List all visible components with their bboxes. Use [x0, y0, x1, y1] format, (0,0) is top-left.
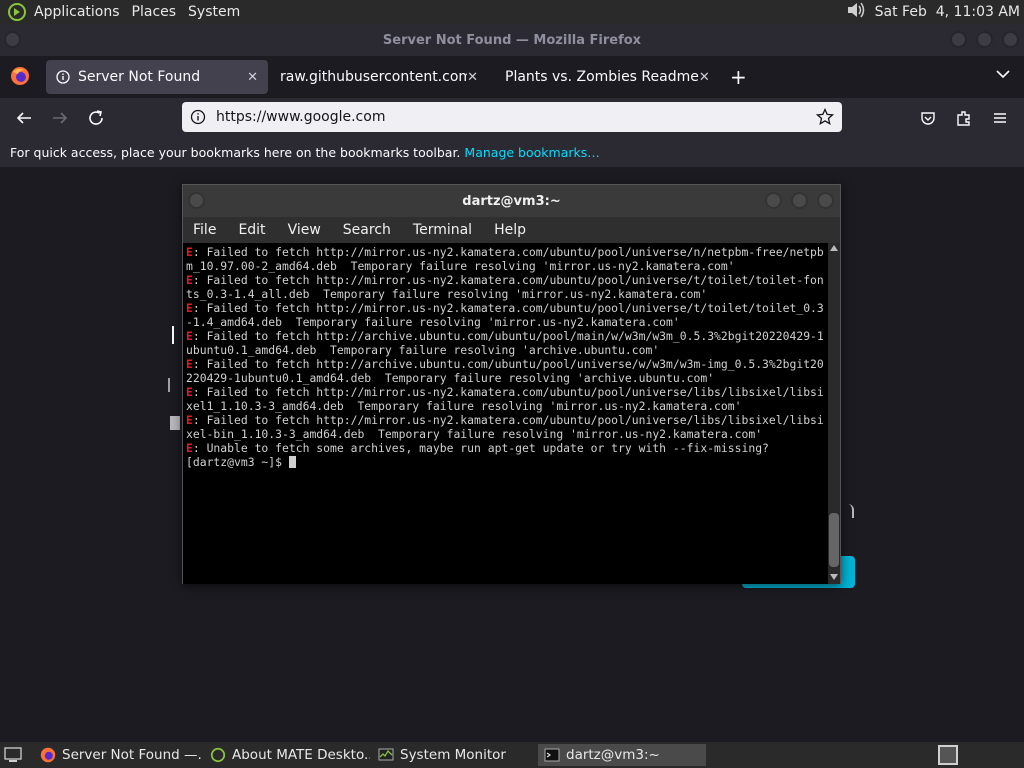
terminal-line: E: Failed to fetch http://mirror.us-ny2.…: [186, 245, 824, 273]
terminal-cursor: [288, 456, 296, 468]
pocket-icon[interactable]: [916, 106, 940, 130]
speaker-icon[interactable]: [845, 0, 867, 24]
terminal-line: E: Unable to fetch some archives, maybe …: [186, 441, 769, 455]
menu-help[interactable]: Help: [494, 222, 526, 238]
obscured-heading: [172, 326, 174, 344]
window-menu-button[interactable]: [4, 31, 21, 48]
maximize-button[interactable]: [791, 192, 808, 209]
bookmarks-toolbar: For quick access, place your bookmarks h…: [0, 138, 1024, 168]
close-icon[interactable]: ✕: [467, 70, 478, 85]
tab-pvz-readme[interactable]: Plants vs. Zombies Readme ✕: [495, 60, 717, 94]
menu-file[interactable]: File: [193, 222, 216, 238]
minimize-button[interactable]: [950, 31, 967, 48]
task-terminal[interactable]: dartz@vm3:~: [538, 744, 706, 766]
scroll-up-arrow[interactable]: [830, 245, 838, 251]
task-about-mate[interactable]: About MATE Deskto...: [204, 744, 370, 766]
terminal-line: E: Failed to fetch http://mirror.us-ny2.…: [186, 413, 824, 441]
firefox-icon[interactable]: [10, 66, 30, 90]
firefox-icon: [40, 747, 56, 763]
window-menu-button[interactable]: [188, 192, 205, 209]
terminal-prompt[interactable]: [dartz@vm3 ~]$: [186, 455, 825, 469]
manage-bookmarks-link[interactable]: Manage bookmarks…: [464, 145, 599, 160]
tab-label: Server Not Found: [78, 69, 201, 85]
window-title: Server Not Found — Mozilla Firefox: [382, 32, 642, 48]
obscured-text: [170, 416, 180, 430]
terminal-line: E: Failed to fetch http://archive.ubuntu…: [186, 329, 824, 357]
close-window-button[interactable]: [1002, 31, 1019, 48]
mate-logo-icon[interactable]: [6, 1, 28, 23]
tab-strip: Server Not Found ✕ raw.githubusercontent…: [0, 56, 1024, 98]
firefox-titlebar[interactable]: Server Not Found — Mozilla Firefox: [0, 24, 1024, 56]
nav-bar: https://www.google.com: [0, 98, 1024, 138]
scroll-down-arrow[interactable]: [830, 574, 838, 580]
terminal-icon: [544, 747, 560, 763]
chevron-down-icon[interactable]: [995, 66, 1011, 86]
terminal-line: E: Failed to fetch http://mirror.us-ny2.…: [186, 273, 824, 301]
menu-terminal[interactable]: Terminal: [413, 222, 472, 238]
obscured-text: [168, 378, 182, 392]
terminal-titlebar[interactable]: dartz@vm3:~: [183, 185, 840, 217]
terminal-line: E: Failed to fetch http://archive.ubuntu…: [186, 357, 824, 385]
close-icon[interactable]: ✕: [247, 70, 258, 85]
system-menu[interactable]: System: [182, 4, 246, 20]
info-icon: [56, 70, 70, 84]
tab-label: raw.githubusercontent.com/be: [280, 69, 468, 85]
obscured-text: [840, 504, 854, 518]
task-firefox[interactable]: Server Not Found —...: [34, 744, 202, 766]
terminal-scrollbar[interactable]: [828, 243, 840, 584]
top-panel: Applications Places System Sat Feb 4, 11…: [0, 0, 1024, 24]
applications-menu[interactable]: Applications: [28, 4, 126, 20]
forward-icon[interactable]: [48, 106, 72, 130]
menu-edit[interactable]: Edit: [238, 222, 265, 238]
close-window-button[interactable]: [817, 192, 834, 209]
workspace-switcher-icon[interactable]: [938, 745, 958, 765]
menu-view[interactable]: View: [288, 222, 321, 238]
reload-icon[interactable]: [84, 106, 108, 130]
terminal-window[interactable]: dartz@vm3:~ File Edit View Search Termin…: [182, 184, 841, 584]
plus-icon[interactable]: +: [730, 65, 747, 89]
tab-server-not-found[interactable]: Server Not Found ✕: [46, 60, 268, 94]
tab-label: Plants vs. Zombies Readme: [505, 69, 699, 85]
maximize-button[interactable]: [976, 31, 993, 48]
menu-search[interactable]: Search: [343, 222, 391, 238]
terminal-line: E: Failed to fetch http://mirror.us-ny2.…: [186, 301, 824, 329]
extensions-icon[interactable]: [952, 106, 976, 130]
url-text[interactable]: https://www.google.com: [216, 109, 385, 125]
terminal-line: E: Failed to fetch http://mirror.us-ny2.…: [186, 385, 824, 413]
show-desktop-icon[interactable]: [4, 747, 22, 767]
mate-logo-icon: [210, 747, 226, 763]
clock[interactable]: Sat Feb 4, 11:03 AM: [875, 4, 1020, 20]
task-system-monitor[interactable]: System Monitor: [372, 744, 536, 766]
terminal-title: dartz@vm3:~: [462, 193, 561, 209]
close-icon[interactable]: ✕: [699, 70, 710, 85]
terminal-menubar: File Edit View Search Terminal Help: [183, 217, 840, 243]
hamburger-menu-icon[interactable]: [988, 106, 1012, 130]
back-icon[interactable]: [12, 106, 36, 130]
minimize-button[interactable]: [765, 192, 782, 209]
scrollbar-thumb[interactable]: [829, 513, 839, 567]
bookmarks-hint: For quick access, place your bookmarks h…: [10, 145, 461, 160]
url-bar[interactable]: https://www.google.com: [182, 102, 842, 132]
system-monitor-icon: [378, 747, 394, 763]
tab-raw-github[interactable]: raw.githubusercontent.com/be ✕: [270, 60, 488, 94]
bottom-panel: Server Not Found —... About MATE Deskto.…: [0, 742, 1024, 768]
places-menu[interactable]: Places: [126, 4, 183, 20]
info-icon[interactable]: [190, 109, 206, 125]
star-icon[interactable]: [816, 108, 834, 126]
terminal-output[interactable]: E: Failed to fetch http://mirror.us-ny2.…: [183, 243, 828, 584]
